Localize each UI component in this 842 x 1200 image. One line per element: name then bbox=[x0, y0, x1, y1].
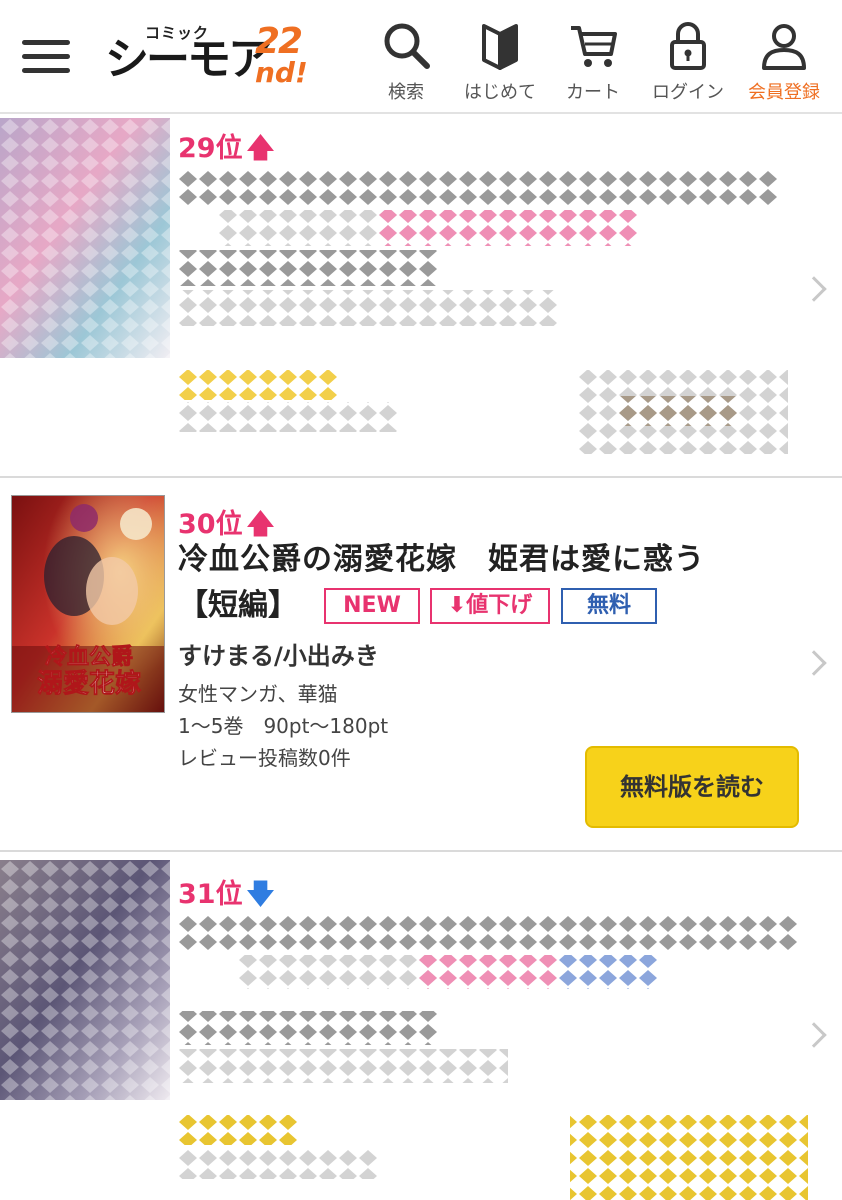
book-title[interactable]: 冷血公爵の溺愛花嫁 姫君は愛に惑う bbox=[178, 540, 798, 580]
menu-icon[interactable] bbox=[22, 38, 74, 78]
item-divider bbox=[0, 850, 842, 852]
logo-main-text: シーモア bbox=[105, 34, 272, 85]
lock-icon bbox=[670, 22, 706, 70]
chevron-right-icon[interactable] bbox=[801, 276, 827, 302]
book-cover-image: 冷血公爵 溺愛花嫁 bbox=[12, 496, 164, 712]
mosaic-details bbox=[178, 170, 788, 460]
review-count: レビュー投稿数0件 bbox=[178, 746, 351, 770]
search-icon bbox=[384, 23, 430, 69]
cart-icon bbox=[571, 26, 617, 67]
pixelated-cover-image bbox=[0, 860, 170, 1100]
nav-login[interactable]: ログイン bbox=[648, 20, 728, 104]
price-down-badge: ⬇値下げ bbox=[430, 588, 550, 624]
new-badge: NEW bbox=[324, 588, 420, 624]
trend-up-icon: 🡅 bbox=[246, 133, 275, 164]
nav-beginner[interactable]: はじめて bbox=[460, 20, 540, 104]
nav-search[interactable]: 検索 bbox=[378, 20, 434, 104]
book-genre: 女性マンガ、華猫 bbox=[178, 682, 338, 706]
nav-register[interactable]: 会員登録 bbox=[742, 20, 826, 104]
book-author[interactable]: すけまる/小出みき bbox=[178, 636, 379, 671]
logo-number: 22 bbox=[255, 21, 303, 62]
nav-register-label: 会員登録 bbox=[748, 82, 820, 103]
trend-up-icon: 🡅 bbox=[246, 509, 275, 540]
nav-login-label: ログイン bbox=[652, 82, 724, 103]
book-title-suffix: 【短編】 bbox=[178, 588, 298, 623]
trend-down-icon: 🡇 bbox=[246, 879, 275, 910]
rank-label: 29位 🡅 bbox=[178, 133, 275, 164]
site-logo[interactable]: コミック シーモア 22 nd! bbox=[105, 21, 308, 92]
nav-beginner-label: はじめて bbox=[464, 82, 536, 103]
mosaic-cover bbox=[0, 860, 170, 1100]
chevron-right-icon[interactable] bbox=[801, 650, 827, 676]
user-icon bbox=[762, 24, 806, 70]
rank-label: 31位 🡇 bbox=[178, 879, 275, 910]
svg-text:冷血公爵: 冷血公爵 bbox=[45, 644, 133, 670]
mosaic-cover bbox=[0, 118, 170, 358]
book-icon bbox=[482, 24, 518, 70]
book-cover[interactable]: 冷血公爵 溺愛花嫁 bbox=[11, 495, 165, 713]
free-badge: 無料 bbox=[561, 588, 657, 624]
mosaic-details bbox=[178, 915, 808, 1200]
pixelated-text-block bbox=[178, 170, 788, 454]
pixelated-text-block bbox=[178, 915, 808, 1200]
nav-search-label: 検索 bbox=[388, 82, 424, 103]
logo-suffix: nd! bbox=[255, 56, 308, 89]
app-header: コミック シーモア 22 nd! 検索 はじめて カート ログイン 会員登録 bbox=[0, 0, 842, 114]
nav-cart-label: カート bbox=[566, 82, 620, 103]
item-divider bbox=[0, 476, 842, 478]
book-volumes-price: 1～5巻 90pt～180pt bbox=[178, 714, 389, 738]
pixelated-cover-image bbox=[0, 118, 170, 358]
read-free-button[interactable]: 無料版を読む bbox=[585, 746, 799, 828]
nav-cart[interactable]: カート bbox=[562, 20, 624, 104]
svg-text:溺愛花嫁: 溺愛花嫁 bbox=[37, 669, 141, 699]
